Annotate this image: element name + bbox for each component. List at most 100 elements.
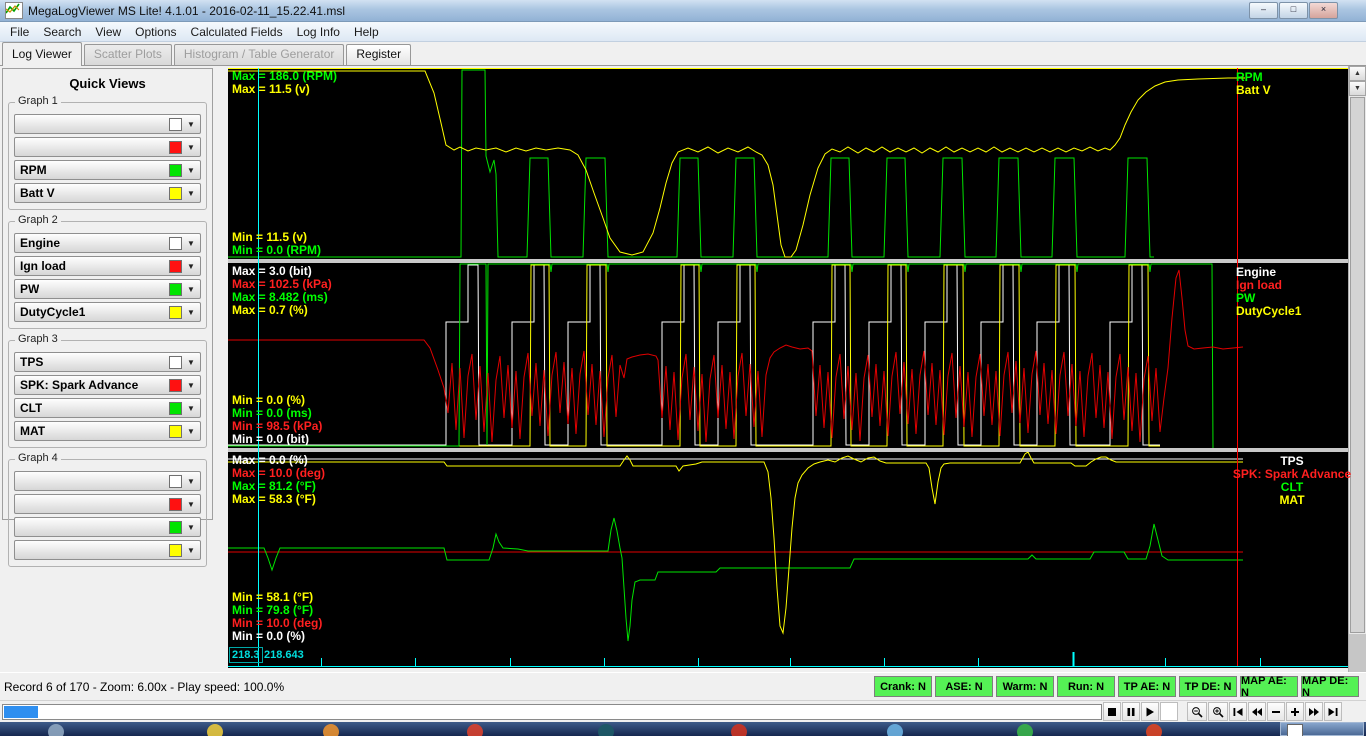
taskbar-icon-2[interactable] bbox=[207, 724, 223, 736]
tab-log-viewer[interactable]: Log Viewer bbox=[2, 42, 82, 66]
field-value: CLT bbox=[20, 401, 42, 415]
slower-button[interactable] bbox=[1267, 702, 1285, 721]
trace-color-swatch bbox=[169, 356, 182, 369]
graph-1-field-4-dropdown[interactable]: Batt V▼ bbox=[14, 183, 201, 203]
pause-button[interactable] bbox=[1122, 702, 1140, 721]
zoom-in-button[interactable] bbox=[1208, 702, 1228, 721]
zoom-out-button[interactable] bbox=[1187, 702, 1207, 721]
app-icon bbox=[5, 2, 23, 19]
taskbar-icon-7[interactable] bbox=[887, 724, 903, 736]
graph-1-field-3-dropdown[interactable]: RPM▼ bbox=[14, 160, 201, 180]
graph-1-group: Graph 1▼▼RPM▼Batt V▼ bbox=[8, 102, 207, 210]
graph-4-group: Graph 4▼▼▼▼ bbox=[8, 459, 207, 567]
chart-area[interactable]: Max = 186.0 (RPM)Max = 11.5 (v)Min = 11.… bbox=[228, 66, 1348, 672]
chevron-down-icon: ▼ bbox=[182, 308, 200, 317]
taskbar-active-app-icon bbox=[1287, 724, 1303, 736]
field-value: Ign load bbox=[20, 259, 66, 273]
graph-2-field-2-dropdown[interactable]: Ign load▼ bbox=[14, 256, 201, 276]
chevron-down-icon: ▼ bbox=[182, 404, 200, 413]
graph-4-field-4-dropdown[interactable]: ▼ bbox=[14, 540, 201, 560]
skip-to-end-button[interactable] bbox=[1324, 702, 1342, 721]
menu-item-calculated-fields[interactable]: Calculated Fields bbox=[184, 23, 290, 41]
chevron-down-icon: ▼ bbox=[182, 239, 200, 248]
windows-taskbar[interactable] bbox=[0, 722, 1366, 736]
graph-2-field-4-dropdown[interactable]: DutyCycle1▼ bbox=[14, 302, 201, 322]
field-value: SPK: Spark Advance bbox=[20, 378, 138, 392]
taskbar-icon-6[interactable] bbox=[731, 724, 747, 736]
rewind-button[interactable] bbox=[1248, 702, 1266, 721]
status-badges: Crank: NASE: NWarm: NRun: NTP AE: NTP DE… bbox=[874, 676, 1359, 697]
play-button[interactable] bbox=[1141, 702, 1159, 721]
graph-3-field-4-dropdown[interactable]: MAT▼ bbox=[14, 421, 201, 441]
stop-button[interactable] bbox=[1103, 702, 1121, 721]
fast-forward-button[interactable] bbox=[1305, 702, 1323, 721]
trace-color-swatch bbox=[169, 498, 182, 511]
taskbar-icon-1[interactable] bbox=[48, 724, 64, 736]
status-badge-tp-ae: TP AE: N bbox=[1118, 676, 1176, 697]
faster-icon bbox=[1289, 706, 1301, 718]
menu-item-view[interactable]: View bbox=[88, 23, 128, 41]
trace-color-swatch bbox=[169, 187, 182, 200]
scrollbar-thumb[interactable] bbox=[1350, 97, 1365, 633]
menu-item-search[interactable]: Search bbox=[36, 23, 88, 41]
graph-3-group: Graph 3TPS▼SPK: Spark Advance▼CLT▼MAT▼ bbox=[8, 340, 207, 448]
title-bar[interactable]: MegaLogViewer MS Lite! 4.1.01 - 2016-02-… bbox=[0, 0, 1366, 22]
playback-progress[interactable] bbox=[2, 704, 1102, 720]
trace-color-swatch bbox=[169, 379, 182, 392]
minimize-button[interactable]: – bbox=[1249, 2, 1278, 19]
taskbar-icon-8[interactable] bbox=[1017, 724, 1033, 736]
graph-1-field-1-dropdown[interactable]: ▼ bbox=[14, 114, 201, 134]
chevron-down-icon: ▼ bbox=[182, 546, 200, 555]
tab-bar: Log ViewerScatter PlotsHistogram / Table… bbox=[0, 42, 1366, 66]
graph-3-field-2-dropdown[interactable]: SPK: Spark Advance ▼ bbox=[14, 375, 201, 395]
menu-item-file[interactable]: File bbox=[3, 23, 36, 41]
maximize-button[interactable]: □ bbox=[1279, 2, 1308, 19]
menu-item-log-info[interactable]: Log Info bbox=[290, 23, 347, 41]
taskbar-icon-4[interactable] bbox=[467, 724, 483, 736]
trace-color-swatch bbox=[169, 283, 182, 296]
graph-4-field-1-dropdown[interactable]: ▼ bbox=[14, 471, 201, 491]
graph-3-field-1-dropdown[interactable]: TPS▼ bbox=[14, 352, 201, 372]
graph-1-field-2-dropdown[interactable]: ▼ bbox=[14, 137, 201, 157]
taskbar-icon-5[interactable] bbox=[598, 724, 614, 736]
graph-4-field-2-dropdown[interactable]: ▼ bbox=[14, 494, 201, 514]
taskbar-active-app[interactable] bbox=[1280, 722, 1364, 736]
chart-scrollbar[interactable]: ▲ ▼ bbox=[1348, 66, 1366, 672]
playback-progress-fill bbox=[4, 706, 38, 718]
trace-color-swatch bbox=[169, 260, 182, 273]
main-area: Quick Views Graph 1▼▼RPM▼Batt V▼Graph 2E… bbox=[0, 66, 1366, 672]
slower-icon bbox=[1270, 706, 1282, 718]
graph-2-field-3-dropdown[interactable]: PW▼ bbox=[14, 279, 201, 299]
taskbar-icon-3[interactable] bbox=[323, 724, 339, 736]
tab-register[interactable]: Register bbox=[346, 44, 411, 65]
pause-icon bbox=[1125, 706, 1137, 718]
menu-item-help[interactable]: Help bbox=[347, 23, 386, 41]
graph-3-field-3-dropdown[interactable]: CLT ▼ bbox=[14, 398, 201, 418]
graph-4-field-3-dropdown[interactable]: ▼ bbox=[14, 517, 201, 537]
blank-button[interactable] bbox=[1160, 702, 1178, 721]
tab-histogram-table-generator[interactable]: Histogram / Table Generator bbox=[174, 44, 345, 65]
close-button[interactable]: × bbox=[1309, 2, 1338, 19]
status-badge-map-ae: MAP AE: N bbox=[1240, 676, 1298, 697]
faster-button[interactable] bbox=[1286, 702, 1304, 721]
rewind-icon bbox=[1251, 706, 1263, 718]
tab-scatter-plots[interactable]: Scatter Plots bbox=[84, 44, 172, 65]
chevron-down-icon: ▼ bbox=[182, 427, 200, 436]
fast-forward-icon bbox=[1308, 706, 1320, 718]
scroll-up-icon[interactable]: ▲ bbox=[1349, 66, 1366, 81]
quick-views-panel: Quick Views Graph 1▼▼RPM▼Batt V▼Graph 2E… bbox=[2, 68, 213, 520]
chevron-down-icon: ▼ bbox=[182, 500, 200, 509]
scroll-down-icon[interactable]: ▼ bbox=[1349, 81, 1366, 96]
status-badge-ase: ASE: N bbox=[935, 676, 993, 697]
chevron-down-icon: ▼ bbox=[182, 381, 200, 390]
menu-item-options[interactable]: Options bbox=[128, 23, 183, 41]
status-badge-crank: Crank: N bbox=[874, 676, 932, 697]
menu-bar: FileSearchViewOptionsCalculated FieldsLo… bbox=[0, 22, 1366, 42]
zoom-in-icon bbox=[1212, 706, 1224, 718]
skip-to-start-button[interactable] bbox=[1229, 702, 1247, 721]
chevron-down-icon: ▼ bbox=[182, 358, 200, 367]
graph-2-field-1-dropdown[interactable]: Engine▼ bbox=[14, 233, 201, 253]
scrollbar-track[interactable] bbox=[1349, 634, 1366, 672]
window-title: MegaLogViewer MS Lite! 4.1.01 - 2016-02-… bbox=[28, 4, 345, 18]
taskbar-icon-9[interactable] bbox=[1146, 724, 1162, 736]
